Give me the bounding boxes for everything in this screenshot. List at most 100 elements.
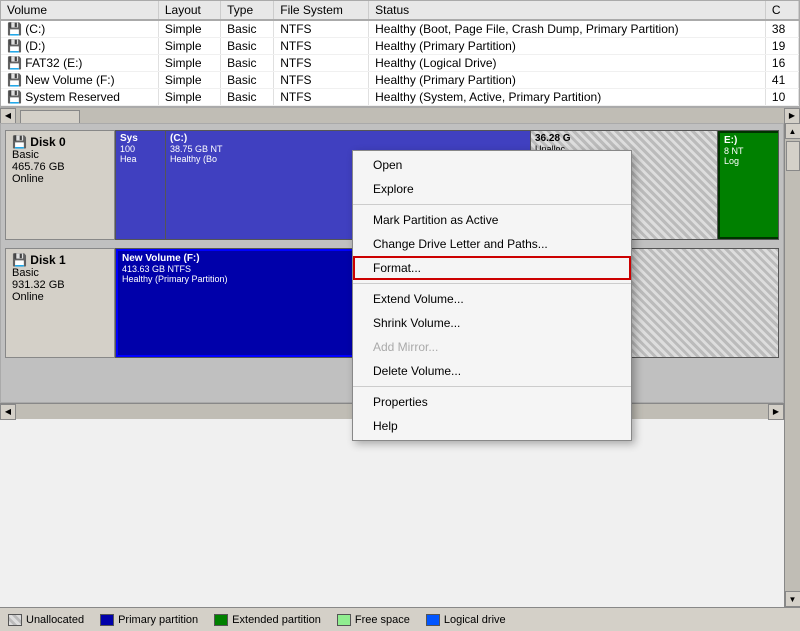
disk0-name: 💾 Disk 0: [12, 135, 108, 149]
disk0-sys-status: Hea: [120, 154, 161, 164]
cell-cap: 38: [765, 20, 798, 38]
cell-cap: 19: [765, 38, 798, 55]
disk0-sys-size: 100: [120, 144, 161, 154]
disk-scrollbar-v[interactable]: ▲ ▼: [784, 123, 800, 607]
legend-bar: Unallocated Primary partition Extended p…: [0, 607, 800, 631]
table-row[interactable]: 💾 FAT32 (E:) Simple Basic NTFS Healthy (…: [1, 55, 799, 72]
cell-status: Healthy (Logical Drive): [369, 55, 766, 72]
context-menu: OpenExplore Mark Partition as ActiveChang…: [352, 150, 632, 441]
scroll-left-btn[interactable]: ◀: [0, 108, 16, 124]
legend-logicaldrive-box: [426, 614, 440, 626]
scroll-right-btn[interactable]: ▶: [784, 108, 800, 124]
cell-fs: NTFS: [274, 20, 369, 38]
disk0-e-status: Log: [724, 156, 774, 166]
cell-fs: NTFS: [274, 38, 369, 55]
legend-logicaldrive: Logical drive: [426, 614, 506, 626]
cell-volume: 💾 New Volume (F:): [1, 72, 158, 89]
menu-item-format[interactable]: Format...: [353, 256, 631, 280]
disk0-sys-label: Sys: [120, 133, 161, 144]
legend-primary-box: [100, 614, 114, 626]
scroll-thumb-h[interactable]: [20, 110, 80, 124]
col-layout[interactable]: Layout: [158, 1, 220, 20]
legend-extended: Extended partition: [214, 614, 321, 626]
volume-list-table: Volume Layout Type File System Status C …: [0, 0, 800, 107]
table-row[interactable]: 💾 (C:) Simple Basic NTFS Healthy (Boot, …: [1, 20, 799, 38]
table-row[interactable]: 💾 New Volume (F:) Simple Basic NTFS Heal…: [1, 72, 799, 89]
menu-separator: [353, 283, 631, 284]
cell-type: Basic: [221, 55, 274, 72]
cell-layout: Simple: [158, 55, 220, 72]
disk0-type: Basic: [12, 149, 108, 161]
disk1-type: Basic: [12, 267, 108, 279]
cell-type: Basic: [221, 72, 274, 89]
col-volume[interactable]: Volume: [1, 1, 158, 20]
disk0-c-label: (C:): [170, 133, 526, 144]
cell-volume: 💾 (D:): [1, 38, 158, 55]
scroll-track-h[interactable]: [16, 108, 784, 123]
cell-type: Basic: [221, 38, 274, 55]
col-status[interactable]: Status: [369, 1, 766, 20]
cell-cap: 41: [765, 72, 798, 89]
table-scrollbar-h[interactable]: ◀ ▶: [0, 107, 800, 123]
scroll-up-btn[interactable]: ▲: [785, 123, 800, 139]
cell-type: Basic: [221, 89, 274, 106]
menu-item-open[interactable]: Open: [353, 153, 631, 177]
disk0-size: 465.76 GB: [12, 161, 108, 173]
disk0-e-partition[interactable]: E:) 8 NT Log: [718, 131, 778, 239]
disk-scroll-left[interactable]: ◀: [0, 404, 16, 420]
menu-item-mark-active[interactable]: Mark Partition as Active: [353, 208, 631, 232]
cell-volume: 💾 (C:): [1, 20, 158, 38]
disk1-size: 931.32 GB: [12, 279, 108, 291]
table-row[interactable]: 💾 System Reserved Simple Basic NTFS Heal…: [1, 89, 799, 106]
menu-separator: [353, 386, 631, 387]
legend-extended-box: [214, 614, 228, 626]
cell-volume: 💾 System Reserved: [1, 89, 158, 106]
disk1-label: 💾 Disk 1 Basic 931.32 GB Online: [5, 248, 115, 358]
cell-cap: 16: [765, 55, 798, 72]
legend-primary: Primary partition: [100, 614, 198, 626]
menu-item-add-mirror: Add Mirror...: [353, 335, 631, 359]
cell-layout: Simple: [158, 89, 220, 106]
legend-freespace-box: [337, 614, 351, 626]
legend-extended-label: Extended partition: [232, 614, 321, 626]
cell-status: Healthy (Primary Partition): [369, 38, 766, 55]
menu-item-delete[interactable]: Delete Volume...: [353, 359, 631, 383]
scroll-thumb-v[interactable]: [786, 141, 800, 171]
menu-item-explore[interactable]: Explore: [353, 177, 631, 201]
disk1-status: Online: [12, 291, 108, 303]
col-cap[interactable]: C: [765, 1, 798, 20]
disk-scroll-right[interactable]: ▶: [768, 404, 784, 420]
cell-layout: Simple: [158, 38, 220, 55]
disk0-sys-partition[interactable]: Sys 100 Hea: [116, 131, 166, 239]
legend-freespace: Free space: [337, 614, 410, 626]
col-type[interactable]: Type: [221, 1, 274, 20]
table-row[interactable]: 💾 (D:) Simple Basic NTFS Healthy (Primar…: [1, 38, 799, 55]
menu-item-change-letter[interactable]: Change Drive Letter and Paths...: [353, 232, 631, 256]
disk0-label: 💾 Disk 0 Basic 465.76 GB Online: [5, 130, 115, 240]
legend-unallocated-box: [8, 614, 22, 626]
disk0-e-size: 8 NT: [724, 146, 774, 156]
col-filesystem[interactable]: File System: [274, 1, 369, 20]
disk0-e-label: E:): [724, 135, 774, 146]
menu-item-extend[interactable]: Extend Volume...: [353, 287, 631, 311]
cell-layout: Simple: [158, 72, 220, 89]
cell-cap: 10: [765, 89, 798, 106]
legend-unallocated: Unallocated: [8, 614, 84, 626]
menu-item-help[interactable]: Help: [353, 414, 631, 438]
cell-status: Healthy (Boot, Page File, Crash Dump, Pr…: [369, 20, 766, 38]
disk0-unalloc-label: 36.28 G: [535, 133, 713, 144]
legend-unallocated-label: Unallocated: [26, 614, 84, 626]
cell-status: Healthy (System, Active, Primary Partiti…: [369, 89, 766, 106]
cell-volume: 💾 FAT32 (E:): [1, 55, 158, 72]
menu-item-properties[interactable]: Properties: [353, 390, 631, 414]
menu-item-shrink[interactable]: Shrink Volume...: [353, 311, 631, 335]
disk0-status: Online: [12, 173, 108, 185]
cell-fs: NTFS: [274, 72, 369, 89]
cell-status: Healthy (Primary Partition): [369, 72, 766, 89]
cell-type: Basic: [221, 20, 274, 38]
scroll-track-v[interactable]: [785, 139, 800, 591]
legend-primary-label: Primary partition: [118, 614, 198, 626]
menu-separator: [353, 204, 631, 205]
cell-fs: NTFS: [274, 55, 369, 72]
scroll-down-btn[interactable]: ▼: [785, 591, 800, 607]
